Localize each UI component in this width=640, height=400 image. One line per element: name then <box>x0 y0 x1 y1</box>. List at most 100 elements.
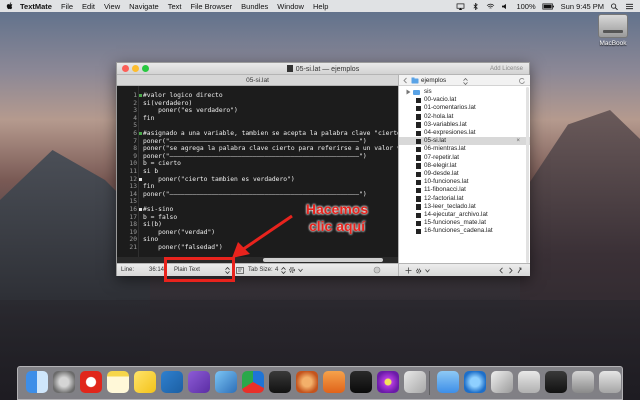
network-icon[interactable] <box>464 371 486 393</box>
xcode-icon[interactable] <box>215 371 237 393</box>
code-line[interactable]: 3 poner("es verdadero") <box>117 107 398 115</box>
code-text[interactable]: si(b) <box>143 221 162 229</box>
code-line[interactable]: 1 #valor logico directo <box>117 92 398 100</box>
tree-file-row[interactable]: 09-desde.lat <box>399 170 530 178</box>
wifi-icon[interactable] <box>486 3 495 10</box>
ibooks-icon[interactable] <box>323 371 345 393</box>
tree-file-row[interactable]: 10-funciones.lat <box>399 178 530 186</box>
stickies-icon[interactable] <box>134 371 156 393</box>
code-text[interactable]: #valor logico directo <box>143 92 223 100</box>
menu-view[interactable]: View <box>104 2 120 11</box>
gpg-icon[interactable] <box>491 371 513 393</box>
code-text[interactable]: #si-sino <box>143 206 173 214</box>
code-text[interactable]: b = falso <box>143 214 177 222</box>
spotlight-icon[interactable] <box>610 2 619 10</box>
tree-file-row[interactable]: 04-expresiones.lat <box>399 129 530 137</box>
gear-icon[interactable] <box>288 266 297 274</box>
line-column-value[interactable]: 36:14 <box>149 267 164 273</box>
tree-file-row[interactable]: 12-factorial.lat <box>399 195 530 203</box>
tree-file-row[interactable]: 13-leer_teclado.lat <box>399 203 530 211</box>
close-tab-icon[interactable]: × <box>516 137 520 145</box>
drawer-link-icon[interactable] <box>516 267 523 274</box>
notification-center-icon[interactable] <box>625 3 634 10</box>
notes-icon[interactable] <box>107 371 129 393</box>
code-text[interactable]: si(verdadero) <box>143 100 192 108</box>
code-text[interactable]: fin <box>143 115 154 123</box>
hard-drive-icon[interactable] <box>598 14 628 38</box>
fold-marker-icon[interactable] <box>139 208 142 211</box>
money-icon[interactable] <box>296 371 318 393</box>
menu-file-browser[interactable]: File Browser <box>190 2 232 11</box>
code-text[interactable]: poner("falsedad") <box>143 244 222 252</box>
code-text[interactable]: poner("—————————————————————————————————… <box>143 191 367 199</box>
desktop-disk[interactable]: MacBook <box>590 14 636 47</box>
tree-file-row[interactable]: 03-variables.lat <box>399 121 530 129</box>
add-icon[interactable] <box>405 267 412 274</box>
tree-file-row[interactable]: 15-funciones_mate.lat <box>399 219 530 227</box>
tree-file-row[interactable]: 07-repetir.lat <box>399 154 530 162</box>
fold-marker-icon[interactable] <box>139 132 142 135</box>
drawer-scrollbar[interactable] <box>526 87 529 263</box>
tree-file-row[interactable]: 16-funciones_cadena.lat <box>399 227 530 235</box>
menu-window[interactable]: Window <box>277 2 304 11</box>
display-icon[interactable] <box>572 371 594 393</box>
code-line[interactable]: 8 poner("se agrega la palabra clave ciert… <box>117 145 398 153</box>
code-text[interactable]: poner("—————————————————————————————————… <box>143 153 367 161</box>
menu-text[interactable]: Text <box>168 2 182 11</box>
drawer-root-label[interactable]: ejemplos <box>421 77 446 84</box>
code-text[interactable]: poner("es verdadero") <box>143 107 238 115</box>
menu-help[interactable]: Help <box>313 2 328 11</box>
opera-icon[interactable] <box>80 371 102 393</box>
code-text[interactable]: b = cierto <box>143 160 181 168</box>
code-line[interactable]: 4 fin <box>117 115 398 123</box>
tab-size-label[interactable]: Tab Size: <box>248 267 273 273</box>
menu-bundles[interactable]: Bundles <box>241 2 268 11</box>
code-line[interactable]: 11 si b <box>117 168 398 176</box>
terminal-icon[interactable] <box>269 371 291 393</box>
tree-file-row[interactable]: 02-hola.lat <box>399 113 530 121</box>
menubar-clock[interactable]: Sun 9:45 PM <box>561 2 604 11</box>
tree-file-row[interactable]: 14-ejecutar_archivo.lat <box>399 211 530 219</box>
code-text[interactable]: poner("se agrega la palabra clave cierto… <box>143 145 398 153</box>
code-text[interactable]: fin <box>143 183 154 191</box>
code-line[interactable]: 13 fin <box>117 183 398 191</box>
add-license-button[interactable]: Add License <box>490 66 523 72</box>
macro-record-icon[interactable] <box>373 266 381 274</box>
back-icon[interactable] <box>402 77 409 84</box>
code-line[interactable]: 5 <box>117 122 398 130</box>
fold-marker-icon[interactable] <box>139 177 142 181</box>
airplay-icon[interactable] <box>456 3 465 10</box>
code-line[interactable]: 2 si(verdadero) <box>117 100 398 108</box>
code-line[interactable]: 12 poner("cierto tambien es verdadero") <box>117 176 398 184</box>
code-text[interactable]: sino <box>143 236 158 244</box>
tab-size-updown-icon[interactable] <box>281 266 286 274</box>
visual-studio-icon[interactable] <box>188 371 210 393</box>
bundle-item-icon[interactable] <box>236 266 244 274</box>
tree-file-row[interactable]: 11-fibonacci.lat <box>399 186 530 194</box>
code-line[interactable]: 6 #asignado a una variable, tambien se ac… <box>117 130 398 138</box>
flower-icon[interactable] <box>377 371 399 393</box>
bluetooth-icon[interactable] <box>471 2 480 10</box>
activity-monitor-icon[interactable] <box>350 371 372 393</box>
launchpad-icon[interactable] <box>53 371 75 393</box>
root-updown-icon[interactable] <box>463 77 468 85</box>
tree-file-row[interactable]: 01-comentarios.lat <box>399 104 530 112</box>
tree-file-row[interactable]: 05-si.lat × <box>399 137 530 146</box>
tree-file-row[interactable]: 08-elegir.lat <box>399 162 530 170</box>
code-line[interactable]: 14 poner("———————————————————————————————… <box>117 191 398 199</box>
code-text[interactable]: #asignado a una variable, tambien se ace… <box>143 130 398 138</box>
drawer-gear-icon[interactable] <box>415 267 423 275</box>
tree-folder-row[interactable]: sis <box>399 88 530 96</box>
trash-icon[interactable] <box>599 371 621 393</box>
tree-file-row[interactable]: 06-mientras.lat <box>399 145 530 153</box>
apple-icon[interactable] <box>6 2 14 10</box>
drawer-forward-icon[interactable] <box>507 267 514 274</box>
terminal-window-icon[interactable] <box>545 371 567 393</box>
folder-icon[interactable] <box>437 371 459 393</box>
code-text[interactable]: si b <box>143 168 158 176</box>
menu-app-name[interactable]: TextMate <box>20 2 52 11</box>
drawer-chevron-down-icon[interactable] <box>425 268 430 274</box>
chevron-down-icon[interactable] <box>298 267 303 273</box>
battery-icon[interactable] <box>542 3 555 10</box>
drawer-back-icon[interactable] <box>498 267 505 274</box>
